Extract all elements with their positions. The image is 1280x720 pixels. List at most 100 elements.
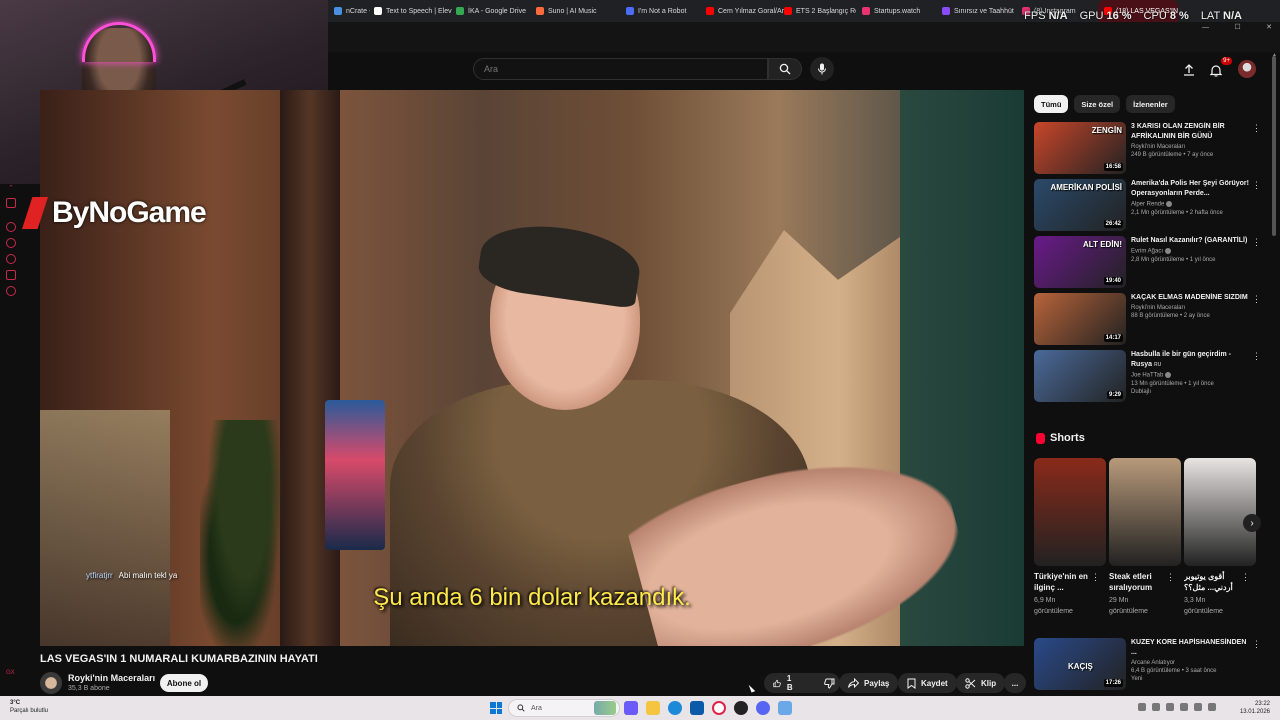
taskbar-clock[interactable]: 23:22 13.01.2026 — [1240, 700, 1270, 716]
tray-app-icon[interactable] — [1152, 703, 1160, 711]
upload-button[interactable] — [1179, 60, 1199, 80]
video-title-link[interactable]: Amerika'da Polis Her Şeyi Görüyor! Opera… — [1131, 179, 1251, 199]
volume-icon[interactable] — [1208, 703, 1216, 711]
app-icon[interactable] — [778, 701, 792, 715]
more-vertical-icon[interactable]: ⋮ — [1252, 352, 1261, 361]
close-icon[interactable]: ✕ — [1266, 23, 1272, 31]
edge-icon[interactable] — [668, 701, 682, 715]
save-button[interactable]: Kaydet — [898, 673, 957, 693]
video-channel[interactable]: Royki'nin Maceraları — [1131, 305, 1251, 311]
list-item[interactable]: KAÇIŞ 17:26 KUZEY KORE HAPİSHANESİNDEN .… — [1034, 638, 1264, 695]
gx-icon[interactable]: GX — [6, 670, 15, 676]
video-thumbnail[interactable]: 14:17 — [1034, 293, 1126, 345]
video-title-link[interactable]: Rulet Nasıl Kazanılır? (GARANTİLİ) — [1131, 236, 1251, 246]
weather-widget[interactable]: 3°C Parçalı bulutlu — [10, 699, 48, 715]
share-button[interactable]: Paylaş — [839, 673, 899, 693]
short-thumbnail[interactable] — [1034, 458, 1106, 566]
filter-chip[interactable]: Size özel — [1074, 95, 1121, 113]
tray-app-icon[interactable] — [1180, 703, 1188, 711]
browser-tab[interactable]: Text to Speech | Elev — [368, 0, 454, 22]
more-vertical-icon[interactable]: ⋮ — [1252, 640, 1261, 649]
play-icon[interactable] — [6, 238, 16, 248]
recommendation-bottom[interactable]: KAÇIŞ 17:26 KUZEY KORE HAPİSHANESİNDEN .… — [1034, 638, 1264, 695]
video-title-link[interactable]: KAÇAK ELMAS MADENİNE SIZDIM — [1131, 293, 1251, 303]
more-vertical-icon[interactable]: ⋮ — [1252, 124, 1261, 133]
page-scrollbar[interactable] — [1272, 56, 1276, 236]
video-thumbnail[interactable]: ALT EDİN! 19:40 — [1034, 236, 1126, 288]
browser-tab[interactable]: Startups.watch — [856, 0, 936, 22]
file-explorer-icon[interactable] — [646, 701, 660, 715]
video-thumbnail[interactable]: AMERİKAN POLİSİ 26:42 — [1034, 179, 1126, 231]
list-item[interactable]: 14:17 KAÇAK ELMAS MADENİNE SIZDIM Royki'ni… — [1034, 293, 1264, 350]
list-item[interactable]: ALT EDİN! 19:40 Rulet Nasıl Kazanılır? (GA… — [1034, 236, 1264, 293]
minimize-icon[interactable]: — — [1202, 24, 1209, 31]
video-title-link[interactable]: KUZEY KORE HAPİSHANESİNDEN ... — [1131, 638, 1251, 658]
search-input[interactable] — [474, 59, 767, 79]
video-channel[interactable]: Evrim Ağacı — [1131, 248, 1251, 255]
short-title[interactable]: Steak etleri sıralıyorum — [1109, 571, 1167, 593]
more-vertical-icon[interactable]: ⋮ — [1252, 238, 1261, 247]
list-item[interactable]: AMERİKAN POLİSİ 26:42 Amerika'da Polis Her… — [1034, 179, 1264, 236]
channel-avatar[interactable] — [40, 672, 62, 694]
video-thumbnail[interactable]: KAÇIŞ 17:26 — [1034, 638, 1126, 690]
copilot-icon[interactable] — [624, 701, 638, 715]
browser-tab[interactable]: I'm Not a Robot — [620, 0, 698, 22]
short-title[interactable]: أقوى يوتيوبر أردني... مثل؟؟ — [1184, 571, 1242, 593]
video-thumbnail[interactable]: 9:29 — [1034, 350, 1126, 402]
store-icon[interactable] — [690, 701, 704, 715]
video-title-link[interactable]: Hasbulla ile bir gün geçirdim - Rusya RU — [1131, 350, 1251, 370]
more-vertical-icon[interactable]: ⋮ — [1241, 572, 1250, 583]
opera-gx-icon[interactable] — [712, 701, 726, 715]
browser-tab[interactable]: nCrate - M — [328, 0, 370, 22]
short-item[interactable]: أقوى يوتيوبر أردني... مثل؟؟ 3,3 Mn görünt… — [1184, 458, 1256, 617]
list-item[interactable]: 9:29 Hasbulla ile bir gün geçirdim - Rusy… — [1034, 350, 1264, 407]
short-item[interactable]: Türkiye'nin en ilginç ... 6,9 Mn görüntül… — [1034, 458, 1106, 617]
video-thumbnail[interactable]: ZENGİN 16:58 — [1034, 122, 1126, 174]
more-actions-button[interactable]: ... — [1004, 673, 1026, 693]
video-player[interactable]: ytfiratjrr Abi malın tekl ya Şu anda 6 bi… — [40, 90, 1024, 646]
account-avatar[interactable] — [1238, 60, 1256, 78]
search-box[interactable] — [473, 58, 768, 80]
discord-icon[interactable] — [6, 198, 16, 208]
video-title-link[interactable]: 3 KARISI OLAN ZENGİN BİR AFRİKALININ BİR… — [1131, 122, 1251, 142]
shorts-next-button[interactable]: › — [1243, 514, 1261, 532]
windows-start-icon[interactable] — [490, 702, 502, 714]
wifi-icon[interactable] — [1194, 703, 1202, 711]
browser-tab[interactable]: ETS 2 Başlangıç Reh — [778, 0, 856, 22]
voice-search-button[interactable] — [810, 57, 834, 81]
extension-icon[interactable] — [6, 270, 16, 280]
filter-chip[interactable]: Tümü — [1034, 95, 1069, 113]
collapse-icon[interactable]: ⌃ — [8, 184, 14, 192]
video-channel[interactable]: Arcane Anlatıyor — [1131, 660, 1251, 666]
tray-app-icon[interactable] — [1166, 703, 1174, 711]
obs-icon[interactable] — [734, 701, 748, 715]
browser-tab[interactable]: Sınırsız ve Taahhüt — [936, 0, 1018, 22]
more-vertical-icon[interactable]: ⋮ — [1091, 572, 1100, 583]
video-channel[interactable]: Alper Rende — [1131, 201, 1251, 208]
short-title[interactable]: Türkiye'nin en ilginç ... — [1034, 571, 1092, 593]
video-channel[interactable]: Joe HaTTab — [1131, 372, 1251, 379]
browser-tab[interactable]: Cem Yılmaz Goral/Ar — [700, 0, 786, 22]
more-vertical-icon[interactable]: ⋮ — [1252, 181, 1261, 190]
taskbar-widget-icon[interactable] — [594, 701, 616, 715]
more-vertical-icon[interactable]: ⋮ — [1252, 295, 1261, 304]
more-vertical-icon[interactable]: ⋮ — [1166, 572, 1175, 583]
video-channel[interactable]: Royki'nin Maceraları — [1131, 144, 1251, 150]
history-icon[interactable] — [6, 222, 16, 232]
discord-taskbar-icon[interactable] — [756, 701, 770, 715]
short-thumbnail[interactable] — [1109, 458, 1181, 566]
filter-chip[interactable]: İzlenenler — [1126, 95, 1175, 113]
clock-icon[interactable] — [6, 254, 16, 264]
settings-icon[interactable] — [6, 286, 16, 296]
browser-tab[interactable]: İKA - Google Drive — [450, 0, 526, 22]
browser-tab[interactable]: Suno | AI Music — [530, 0, 610, 22]
clip-button[interactable]: Klip — [956, 673, 1006, 693]
maximize-icon[interactable]: ☐ — [1234, 23, 1240, 31]
notifications-button[interactable]: 9+ — [1206, 57, 1232, 80]
tray-chevron-icon[interactable] — [1138, 703, 1146, 711]
channel-name[interactable]: Royki'nin Maceraları — [68, 673, 155, 683]
short-item[interactable]: Steak etleri sıralıyorum 29 Mn görüntülem… — [1109, 458, 1181, 617]
like-button[interactable]: 1 B — [764, 673, 805, 693]
subscribe-button[interactable]: Abone ol — [160, 674, 208, 692]
short-thumbnail[interactable] — [1184, 458, 1256, 566]
